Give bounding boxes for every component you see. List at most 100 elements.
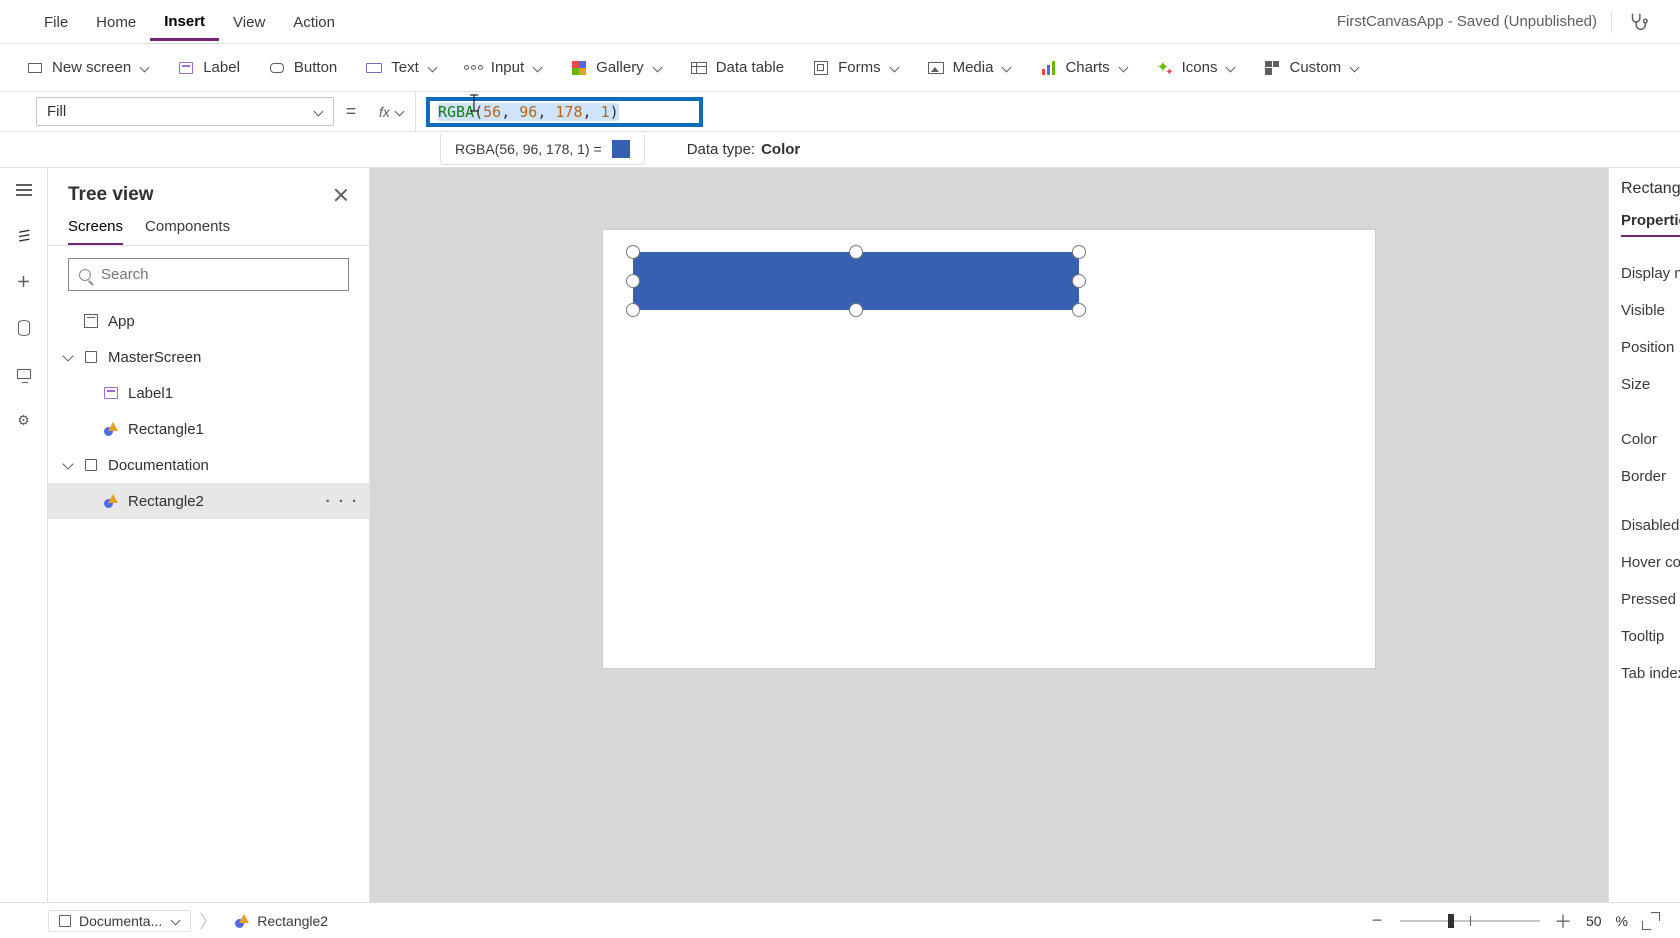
text-icon (365, 59, 383, 77)
prop-border[interactable]: Border (1621, 458, 1680, 495)
more-icon[interactable]: · · · (326, 493, 359, 510)
resize-handle-bm[interactable] (849, 303, 863, 317)
tools-icon[interactable] (14, 410, 34, 430)
menu-file[interactable]: File (30, 4, 82, 39)
screen-icon (59, 915, 71, 927)
breadcrumb-control[interactable]: Rectangle2 (225, 911, 338, 931)
ribbon-button[interactable]: Button (268, 59, 337, 77)
tab-screens[interactable]: Screens (68, 218, 123, 245)
resize-handle-mr[interactable] (1072, 274, 1086, 288)
property-selector[interactable]: Fill (36, 97, 334, 126)
tree-node-rectangle2[interactable]: Rectangle2 · · · (48, 483, 369, 519)
breadcrumb-sep: 〉 (199, 908, 217, 934)
ribbon-charts[interactable]: Charts (1039, 59, 1127, 77)
fx-label: fx (379, 104, 390, 120)
resize-handle-ml[interactable] (626, 274, 640, 288)
status-bar: Documenta... 〉 Rectangle2 − ＋ 50 % (0, 902, 1680, 938)
hamburger-icon[interactable] (14, 180, 34, 200)
fit-screen-icon[interactable] (1642, 912, 1660, 930)
ribbon-new-screen[interactable]: New screen (26, 59, 149, 77)
fx-button[interactable]: fx (368, 92, 416, 131)
tree-search[interactable] (68, 258, 349, 291)
caret-open-icon[interactable] (62, 463, 74, 468)
resize-handle-tl[interactable] (626, 245, 640, 259)
zoom-slider[interactable] (1400, 920, 1540, 922)
media-rail-icon[interactable] (14, 364, 34, 384)
resize-handle-bl[interactable] (626, 303, 640, 317)
ribbon-forms[interactable]: Forms (812, 59, 899, 77)
resize-handle-br[interactable] (1072, 303, 1086, 317)
prop-visible[interactable]: Visible (1621, 292, 1680, 329)
ribbon-text[interactable]: Text (365, 59, 437, 77)
ribbon-custom[interactable]: Custom (1263, 59, 1359, 77)
breadcrumb-screen-label: Documenta... (79, 913, 162, 929)
breadcrumb-screen[interactable]: Documenta... (48, 910, 191, 932)
menu-action[interactable]: Action (279, 4, 349, 39)
chevron-down-icon (394, 107, 404, 117)
prop-pressed-color[interactable]: Pressed color (1621, 581, 1680, 618)
ribbon-media-label: Media (953, 59, 994, 76)
tree-node-app[interactable]: App (48, 303, 369, 339)
app-checker-icon[interactable] (1626, 10, 1650, 34)
prop-disabled-color[interactable]: Disabled color (1621, 507, 1680, 544)
ribbon-input[interactable]: Input (465, 59, 542, 77)
resize-handle-tm[interactable] (849, 245, 863, 259)
resize-handle-tr[interactable] (1072, 245, 1086, 259)
tree-node-label1[interactable]: Label1 (48, 375, 369, 411)
zoom-out-button[interactable]: − (1368, 912, 1386, 930)
prop-position[interactable]: Position (1621, 329, 1680, 366)
prop-hover-color[interactable]: Hover color (1621, 544, 1680, 581)
ribbon-text-label: Text (391, 59, 419, 76)
menu-view[interactable]: View (219, 4, 279, 39)
ribbon-custom-label: Custom (1289, 59, 1341, 76)
close-icon[interactable] (333, 187, 349, 203)
prop-tooltip[interactable]: Tooltip (1621, 618, 1680, 655)
tree-node-masterscreen[interactable]: MasterScreen (48, 339, 369, 375)
formula-n2: 96 (519, 103, 537, 121)
formula-input[interactable]: RGBA(56, 96, 178, 1) (416, 92, 1680, 131)
chevron-down-icon (170, 916, 180, 926)
tab-components[interactable]: Components (145, 218, 230, 245)
ribbon-data-table[interactable]: Data table (690, 59, 784, 77)
prop-tab-index[interactable]: Tab index (1621, 655, 1680, 692)
zoom-slider-tick (1470, 916, 1471, 926)
prop-display-mode[interactable]: Display mode (1621, 255, 1680, 292)
ribbon-charts-label: Charts (1065, 59, 1109, 76)
formula-n1: 56 (483, 103, 501, 121)
tree-node-label: Rectangle2 (128, 493, 204, 510)
caret-open-icon[interactable] (62, 355, 74, 360)
shape-icon (102, 420, 120, 438)
datatype-label: Data type: (687, 141, 755, 158)
tree-node-rectangle1[interactable]: Rectangle1 (48, 411, 369, 447)
prop-size[interactable]: Size (1621, 366, 1680, 403)
ribbon-icons[interactable]: Icons (1156, 59, 1236, 77)
canvas-area[interactable] (370, 168, 1608, 902)
shape-icon (102, 492, 120, 510)
chevron-down-icon (652, 63, 662, 73)
formula-expression[interactable]: RGBA(56, 96, 178, 1) (426, 97, 703, 127)
tree-node-documentation[interactable]: Documentation (48, 447, 369, 483)
tab-properties[interactable]: Properties (1621, 212, 1680, 237)
input-icon (465, 59, 483, 77)
zoom-pct: % (1616, 913, 1628, 929)
data-icon[interactable] (14, 318, 34, 338)
shape-icon (235, 914, 249, 928)
menu-insert[interactable]: Insert (150, 3, 219, 41)
ribbon-label[interactable]: Label (177, 59, 240, 77)
ribbon-gallery[interactable]: Gallery (570, 59, 662, 77)
canvas-screen[interactable] (603, 230, 1375, 668)
menu-home[interactable]: Home (82, 4, 150, 39)
screen-icon (82, 456, 100, 474)
tree-view-icon[interactable] (14, 226, 34, 246)
zoom-in-button[interactable]: ＋ (1554, 912, 1572, 930)
shape-rectangle2[interactable] (633, 252, 1079, 310)
search-input[interactable] (99, 265, 338, 284)
tree-node-label: Rectangle1 (128, 421, 204, 438)
prop-color[interactable]: Color (1621, 421, 1680, 458)
tree-view-title: Tree view (68, 184, 154, 206)
chevron-down-icon (532, 63, 542, 73)
zoom-slider-thumb[interactable] (1448, 914, 1454, 928)
insert-icon[interactable] (14, 272, 34, 292)
formula-n3: 178 (555, 103, 582, 121)
ribbon-media[interactable]: Media (927, 59, 1012, 77)
